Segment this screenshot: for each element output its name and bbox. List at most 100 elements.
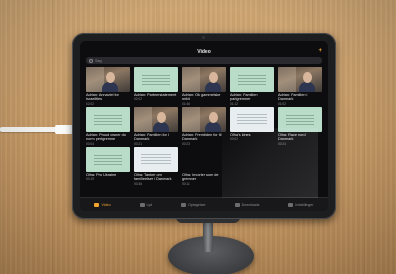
video-title: Adrian: Familien for i Danmark — [134, 133, 169, 142]
video-item[interactable]: Adrian: Partnerstatement 02:02 — [134, 67, 178, 105]
text-line — [238, 81, 266, 82]
thumbnail-text-lines — [237, 114, 267, 126]
search-input[interactable]: Søg — [86, 57, 322, 64]
video-item[interactable]: Olha: Race nord Danmark 00:24 — [278, 107, 322, 146]
thumbnail-text-lines — [238, 75, 266, 87]
video-duration: 01:12 — [230, 101, 238, 106]
tab-optagelser[interactable]: Optagelser — [181, 202, 206, 207]
video-item[interactable]: Adrian: Familien i Danmark 01:02 — [278, 67, 322, 106]
text-line — [237, 117, 267, 118]
video-duration: 00:21 — [134, 141, 142, 146]
tab-label: Lyd — [146, 202, 153, 207]
video-title: Adrian: Annaviel for Israelities — [86, 93, 119, 102]
video-item[interactable]: Adrian: Fremtiden for til Danmark 00:23 — [182, 107, 226, 146]
text-line — [237, 114, 267, 115]
text-line — [94, 121, 122, 122]
text-line — [238, 78, 266, 79]
text-line — [286, 124, 314, 125]
settings-icon — [288, 202, 294, 207]
tab-downloads[interactable]: Downloads — [234, 202, 260, 207]
text-line — [94, 164, 122, 165]
video-thumbnail — [278, 107, 322, 132]
video-item[interactable]: Olha: Invorter som de gremner 00:11 — [182, 147, 226, 186]
text-line — [142, 75, 170, 76]
text-line — [141, 163, 171, 164]
video-duration: 00:24 — [278, 141, 286, 146]
video-thumbnail — [230, 107, 274, 132]
thumbnail-background — [278, 67, 296, 92]
video-item — [278, 147, 322, 185]
video-thumbnail — [86, 107, 130, 132]
plus-icon[interactable]: + — [318, 48, 322, 54]
text-line — [142, 81, 170, 82]
video-grid: Adrian: Annaviel for Israelities 02:02 Adr… — [80, 67, 328, 186]
thumbnail-text-lines — [142, 75, 170, 87]
person-head — [303, 72, 312, 83]
page-title: Video — [197, 49, 211, 55]
person-head — [157, 112, 166, 123]
video-duration: 02:02 — [86, 101, 94, 106]
video-icon — [94, 202, 100, 207]
tab-lyd[interactable]: Lyd — [139, 202, 153, 207]
cable-plug — [55, 125, 73, 134]
video-thumbnail — [230, 67, 274, 92]
video-duration: 00:02 — [230, 137, 238, 142]
download-icon — [234, 202, 240, 207]
thumbnail-background — [182, 67, 200, 92]
tablet-device: Video + Søg Adrian: Annaviel for Israeli… — [72, 33, 336, 219]
tab-label: Downloads — [241, 202, 260, 207]
video-duration: 00:11 — [182, 181, 190, 186]
navigation-bar: Video + — [80, 48, 328, 56]
text-line — [94, 158, 122, 159]
search-placeholder: Søg — [95, 58, 102, 63]
video-thumbnail — [278, 147, 322, 172]
video-title: Olha: Invorter som de gremner — [182, 173, 219, 182]
thumbnail-background — [182, 107, 200, 132]
text-line — [94, 161, 122, 162]
person-head — [106, 72, 115, 83]
video-title: Adrian: Ok gammelske mikit — [182, 93, 221, 102]
video-title: Adrian: Proud owner do norm pertgremne — [86, 133, 126, 142]
video-thumbnail — [182, 67, 226, 92]
video-thumbnail — [86, 67, 130, 92]
video-thumbnail — [134, 67, 178, 92]
video-item[interactable]: Adrian: Ok gammelske mikit 01:46 — [182, 67, 226, 106]
person-body — [153, 122, 169, 132]
person-body — [205, 82, 221, 92]
video-item[interactable]: Olha's kines 00:02 — [230, 107, 274, 145]
text-line — [142, 84, 170, 85]
video-item[interactable]: Adrian: Familien parlgremner 01:12 — [230, 67, 274, 106]
person-head — [208, 112, 218, 123]
video-thumbnail — [230, 147, 274, 172]
video-duration: 00:19 — [86, 177, 94, 182]
video-title: Olha: Tanker om familieelser i Danmark — [134, 173, 172, 182]
tab-video[interactable]: Video — [94, 202, 111, 207]
video-title: Olha: Race nord Danmark — [278, 133, 306, 142]
recordings-icon — [181, 202, 187, 207]
video-item[interactable]: Olha: Tanker om familieelser i Danmark 00… — [134, 147, 178, 186]
video-duration: 01:02 — [278, 101, 286, 106]
person-body — [204, 122, 221, 132]
thumbnail-text-lines — [94, 115, 122, 127]
video-duration: 00:36 — [134, 181, 142, 186]
person-head — [209, 72, 218, 83]
tab-indstillinger[interactable]: Indstillinger — [288, 202, 314, 207]
search-icon — [89, 58, 93, 63]
text-line — [286, 121, 314, 122]
thumbnail-background — [134, 107, 152, 132]
video-item[interactable]: Olha: Pro Ukraine 00:19 — [86, 147, 130, 185]
video-duration: 02:02 — [134, 97, 142, 102]
text-line — [142, 78, 170, 79]
text-line — [238, 84, 266, 85]
video-item[interactable]: Adrian: Annaviel for Israelities 02:02 — [86, 67, 130, 106]
tab-label: Video — [101, 202, 111, 207]
front-camera — [202, 36, 205, 39]
video-duration: 01:46 — [182, 101, 190, 106]
thumbnail-text-lines — [141, 154, 171, 166]
video-duration: 00:04 — [86, 141, 94, 146]
text-line — [238, 75, 266, 76]
video-thumbnail — [86, 147, 130, 172]
video-item[interactable]: Adrian: Familien for i Danmark 00:21 — [134, 107, 178, 146]
text-line — [141, 160, 171, 161]
video-item[interactable]: Adrian: Proud owner do norm pertgremne 00… — [86, 107, 130, 146]
